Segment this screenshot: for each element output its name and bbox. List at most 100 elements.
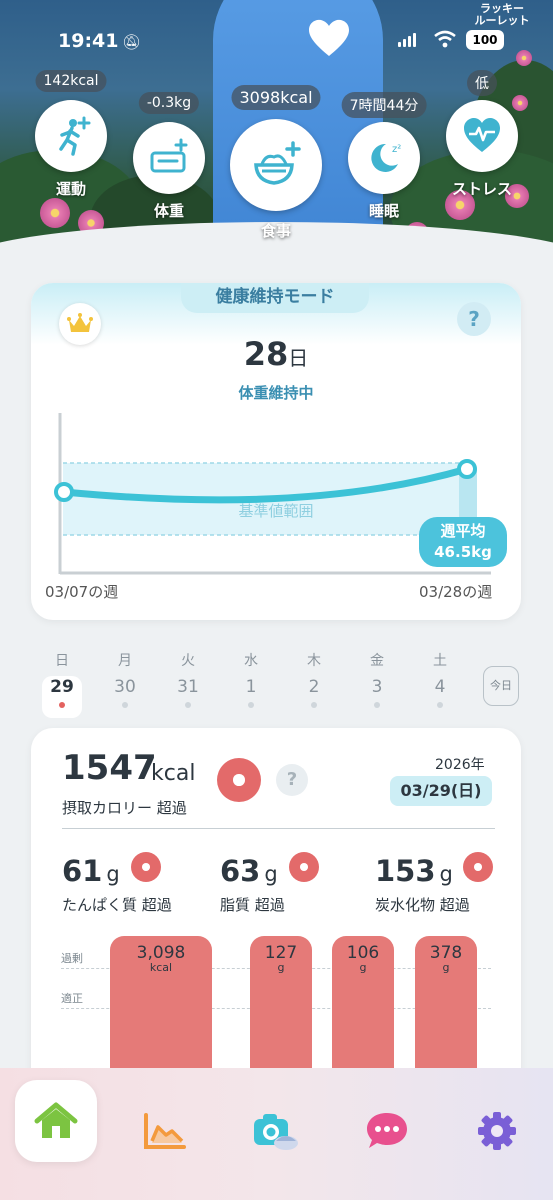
carbs-bar-unit: g bbox=[442, 961, 450, 974]
fat-unit: g bbox=[264, 862, 278, 886]
chat-icon bbox=[367, 1113, 407, 1148]
weight-metric-button[interactable]: -0.3kg 体重 bbox=[133, 92, 205, 222]
today-button[interactable]: 今日 bbox=[483, 666, 519, 706]
fat-bar-value: 106 bbox=[346, 943, 380, 963]
carbs-unit: g bbox=[439, 862, 453, 886]
day-item-1[interactable]: 水 1 bbox=[231, 648, 271, 708]
status-time: 19:41 bbox=[58, 30, 119, 52]
proper-ref-label: 適正 bbox=[61, 992, 83, 1005]
day-item-4[interactable]: 土 4 bbox=[420, 648, 460, 708]
stress-metric-button[interactable]: 低 ストレス bbox=[446, 70, 518, 200]
flower-decoration bbox=[516, 50, 532, 66]
fat-number: 63 bbox=[220, 854, 261, 888]
day-status-dot bbox=[122, 702, 128, 708]
stress-label: ストレス bbox=[451, 180, 513, 198]
nav-settings[interactable] bbox=[462, 1096, 532, 1166]
day-item-2[interactable]: 木 2 bbox=[294, 648, 334, 708]
lucky-roulette-button[interactable]: ラッキー ルーレット bbox=[470, 3, 534, 27]
day-of-week: 木 bbox=[307, 653, 321, 669]
day-date: 29 bbox=[50, 677, 74, 697]
nav-home[interactable] bbox=[15, 1080, 97, 1162]
weight-point-start bbox=[54, 482, 74, 502]
day-date: 2 bbox=[308, 677, 320, 697]
fat-label: 脂質 超過 bbox=[220, 896, 285, 914]
battery-icon: 100 bbox=[466, 30, 504, 50]
running-plus-icon bbox=[35, 100, 107, 172]
weight-point-end bbox=[457, 459, 477, 479]
range-label: 基準値範囲 bbox=[238, 502, 313, 520]
fat-value: 63 g bbox=[220, 854, 278, 888]
exercise-value-bubble: 142kcal bbox=[35, 70, 107, 92]
day-status-dot bbox=[59, 702, 65, 708]
flower-decoration bbox=[40, 198, 70, 228]
heart-pulse-icon bbox=[446, 100, 518, 172]
day-status-dot bbox=[248, 702, 254, 708]
carbs-value: 153 g bbox=[375, 854, 453, 888]
carbs-number: 153 bbox=[375, 854, 436, 888]
day-of-week: 金 bbox=[370, 653, 384, 669]
nutrition-help-button[interactable]: ? bbox=[276, 764, 308, 796]
meal-metric-button[interactable]: 3098kcal 食事 bbox=[230, 85, 322, 245]
sleep-metric-button[interactable]: 7時間44分 z² 睡眠 bbox=[341, 92, 427, 222]
day-date: 30 bbox=[114, 677, 136, 697]
moon-sleep-icon: z² bbox=[348, 122, 420, 194]
calorie-bar-value: 3,098 bbox=[136, 943, 186, 963]
heart-icon bbox=[309, 19, 349, 56]
protein-number: 61 bbox=[62, 854, 103, 888]
protein-unit: g bbox=[106, 862, 120, 886]
weekly-average-badge: 週平均 46.5kg bbox=[419, 517, 507, 567]
weight-value-bubble: -0.3kg bbox=[138, 92, 200, 114]
excess-ref-label: 過剰 bbox=[61, 952, 83, 965]
camera-meal-icon bbox=[254, 1114, 298, 1150]
nav-graph[interactable] bbox=[130, 1096, 200, 1166]
day-date: 4 bbox=[434, 677, 446, 697]
divider bbox=[62, 828, 495, 829]
nav-camera[interactable] bbox=[240, 1096, 310, 1166]
day-of-week: 火 bbox=[181, 653, 195, 669]
year-label: 2026年 bbox=[435, 757, 485, 773]
nav-chat[interactable] bbox=[352, 1096, 422, 1166]
protein-label: たんぱく質 超過 bbox=[62, 896, 172, 914]
bottom-navigation bbox=[0, 1068, 553, 1200]
sleep-label: 睡眠 bbox=[368, 202, 400, 220]
protein-value: 61 g bbox=[62, 854, 120, 888]
gear-icon bbox=[478, 1112, 516, 1150]
intake-kcal-value: 1547 bbox=[62, 748, 157, 788]
sleep-value-bubble: 7時間44分 bbox=[341, 92, 427, 118]
day-status-dot bbox=[374, 702, 380, 708]
fat-over-icon bbox=[289, 852, 319, 882]
day-of-week: 日 bbox=[55, 653, 69, 669]
day-of-week: 月 bbox=[118, 653, 132, 669]
day-date: 1 bbox=[245, 677, 257, 697]
weight-label: 体重 bbox=[153, 202, 185, 220]
date-selector[interactable]: 03/29(日) bbox=[390, 776, 492, 806]
day-status-dot bbox=[185, 702, 191, 708]
health-mode-card[interactable]: 健康維持モード ? 28日 体重維持中 基準値範囲 週平均 46.5kg 03/… bbox=[31, 283, 521, 620]
carbs-label: 炭水化物 超過 bbox=[375, 896, 470, 914]
protein-over-icon bbox=[131, 852, 161, 882]
day-item-30[interactable]: 月 30 bbox=[105, 648, 145, 708]
week-end-label: 03/28の週 bbox=[419, 583, 493, 601]
weekly-average-value: 46.5kg bbox=[434, 543, 492, 561]
day-date: 31 bbox=[177, 677, 199, 697]
stress-value-bubble: 低 bbox=[467, 70, 497, 96]
intake-kcal-label: 摂取カロリー 超過 bbox=[62, 799, 187, 817]
scale-plus-icon bbox=[133, 122, 205, 194]
meal-label: 食事 bbox=[260, 222, 292, 240]
bell-muted-icon: 🔕︎ bbox=[122, 33, 142, 51]
day-of-week: 土 bbox=[433, 653, 447, 669]
signal-icon bbox=[398, 33, 416, 47]
protein-bar-value: 127 bbox=[264, 943, 298, 963]
exercise-metric-button[interactable]: 142kcal 運動 bbox=[35, 70, 107, 200]
carbs-bar-value: 378 bbox=[429, 943, 463, 963]
day-item-31[interactable]: 火 31 bbox=[168, 648, 208, 708]
protein-bar-unit: g bbox=[277, 961, 285, 974]
weekly-average-label: 週平均 bbox=[440, 522, 486, 540]
week-start-label: 03/07の週 bbox=[45, 583, 119, 601]
day-status-dot bbox=[311, 702, 317, 708]
fat-bar-unit: g bbox=[359, 961, 367, 974]
svg-text:z²: z² bbox=[392, 144, 401, 155]
day-item-29[interactable]: 日 29 bbox=[42, 648, 82, 718]
day-item-3[interactable]: 金 3 bbox=[357, 648, 397, 708]
meal-value-bubble: 3098kcal bbox=[231, 85, 321, 110]
